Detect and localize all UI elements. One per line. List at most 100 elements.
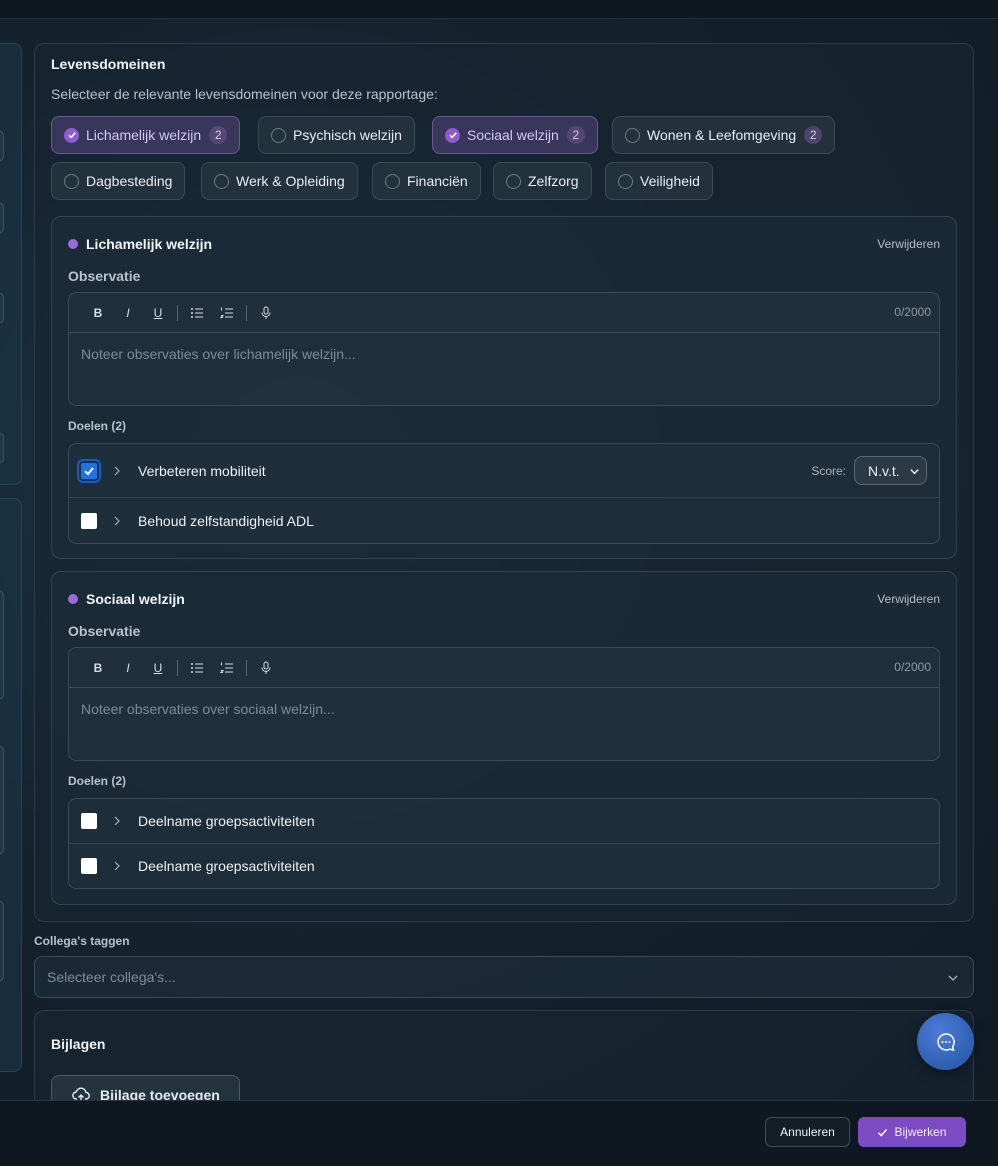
observation-label: Observatie: [68, 623, 141, 639]
italic-button[interactable]: I: [113, 656, 143, 680]
toolbar-divider: [177, 304, 178, 321]
chip-financien[interactable]: Financiën: [372, 162, 481, 200]
numbered-list-icon: [220, 662, 233, 673]
score-value: N.v.t.: [868, 462, 900, 479]
top-bar: [0, 0, 998, 19]
chip-lichamelijk-welzijn[interactable]: Lichamelijk welzijn 2: [51, 116, 241, 154]
left-panel-field[interactable]: [0, 292, 4, 324]
chevron-right-icon[interactable]: [111, 860, 123, 872]
chat-button[interactable]: [917, 1013, 974, 1070]
editor-toolbar: B I U 0/2000: [69, 293, 939, 333]
save-button[interactable]: Bijwerken: [858, 1117, 966, 1147]
bijlagen-section: Bijlagen Bijlage toevoegen: [34, 1010, 974, 1110]
goal-row[interactable]: Verbeteren mobiliteit Score: N.v.t.: [69, 444, 939, 498]
collega-placeholder: Selecteer collega's...: [47, 969, 176, 985]
chip-psychisch-welzijn[interactable]: Psychisch welzijn: [258, 116, 415, 154]
footer-bar: Annuleren Bijwerken: [0, 1100, 998, 1166]
toolbar-divider: [246, 659, 247, 676]
check-icon: [64, 127, 79, 143]
chip-count-badge: 2: [209, 126, 228, 144]
chevron-down-icon: [948, 975, 958, 981]
domain-card-sociaal-welzijn: Sociaal welzijn Verwijderen Observatie B…: [51, 571, 957, 905]
chevron-right-icon[interactable]: [111, 815, 123, 827]
radio-empty-icon: [64, 173, 79, 189]
goal-checkbox[interactable]: [81, 858, 97, 874]
goal-name: Verbeteren mobiliteit: [138, 462, 266, 479]
radio-empty-icon: [271, 127, 286, 143]
microphone-button[interactable]: [251, 301, 281, 325]
domain-card-lichamelijk-welzijn: Lichamelijk welzijn Verwijderen Observat…: [51, 216, 957, 559]
goal-checkbox[interactable]: [77, 458, 101, 483]
score-select[interactable]: N.v.t.: [854, 456, 927, 485]
chip-label: Lichamelijk welzijn: [86, 127, 202, 143]
observation-input[interactable]: Noteer observaties over sociaal welzijn.…: [81, 701, 335, 717]
chip-label: Veiligheid: [640, 173, 700, 189]
check-icon: [84, 466, 94, 475]
chip-wonen-leefomgeving[interactable]: Wonen & Leefomgeving 2: [612, 116, 836, 154]
chevron-right-icon[interactable]: [111, 465, 123, 477]
char-counter: 0/2000: [894, 660, 931, 674]
bullet-list-button[interactable]: [182, 301, 212, 325]
chip-label: Psychisch welzijn: [293, 127, 402, 143]
radio-empty-icon: [385, 173, 400, 189]
chip-dagbesteding[interactable]: Dagbesteding: [51, 162, 186, 200]
goal-row[interactable]: Deelname groepsactiviteiten: [69, 799, 939, 844]
collega-label: Collega's taggen: [34, 934, 130, 948]
goal-name: Deelname groepsactiviteiten: [138, 858, 315, 874]
card-title: Lichamelijk welzijn: [86, 236, 213, 252]
chip-label: Wonen & Leefomgeving: [647, 127, 797, 143]
domain-dot-icon: [68, 594, 78, 604]
observation-editor: B I U 0/2000 Noteer observaties over lic…: [68, 292, 940, 406]
left-panel-field[interactable]: [0, 745, 4, 855]
underline-button[interactable]: U: [143, 301, 173, 325]
left-panel-field[interactable]: [0, 590, 4, 700]
remove-button[interactable]: Verwijderen: [877, 592, 940, 606]
chip-label: Zelfzorg: [528, 173, 579, 189]
left-panel-field[interactable]: [0, 432, 4, 464]
chip-werk-opleiding[interactable]: Werk & Opleiding: [201, 162, 358, 200]
bold-button[interactable]: B: [83, 301, 113, 325]
chip-veiligheid[interactable]: Veiligheid: [605, 162, 713, 200]
check-icon: [878, 1128, 888, 1137]
goal-checkbox[interactable]: [81, 813, 97, 829]
chip-sociaal-welzijn[interactable]: Sociaal welzijn 2: [432, 116, 598, 154]
bullet-list-button[interactable]: [182, 656, 212, 680]
toolbar-divider: [246, 304, 247, 321]
left-panel-field[interactable]: [0, 900, 4, 982]
numbered-list-button[interactable]: [212, 301, 242, 325]
card-title: Sociaal welzijn: [86, 591, 185, 607]
radio-empty-icon: [214, 173, 229, 189]
score-label: Score:: [811, 463, 846, 478]
chevron-down-icon: [910, 469, 919, 475]
toolbar-divider: [177, 659, 178, 676]
editor-toolbar: B I U 0/2000: [69, 648, 939, 688]
underline-button[interactable]: U: [143, 656, 173, 680]
remove-button[interactable]: Verwijderen: [877, 237, 940, 251]
collega-select[interactable]: Selecteer collega's...: [34, 956, 974, 998]
chip-count-badge: 2: [804, 126, 823, 144]
goals-label: Doelen (2): [68, 774, 127, 788]
numbered-list-icon: [220, 307, 233, 318]
goal-name: Deelname groepsactiviteiten: [138, 813, 315, 829]
chat-icon: [936, 1032, 955, 1051]
microphone-icon: [261, 306, 271, 319]
chevron-right-icon[interactable]: [111, 515, 123, 527]
microphone-button[interactable]: [251, 656, 281, 680]
chip-label: Werk & Opleiding: [236, 173, 345, 189]
cancel-button[interactable]: Annuleren: [765, 1117, 850, 1147]
radio-empty-icon: [625, 127, 640, 143]
left-panel-field[interactable]: [0, 202, 4, 234]
italic-button[interactable]: I: [113, 301, 143, 325]
goal-checkbox[interactable]: [81, 512, 97, 529]
bold-button[interactable]: B: [83, 656, 113, 680]
goal-row[interactable]: Deelname groepsactiviteiten: [69, 844, 939, 888]
left-side-panel: [0, 43, 22, 485]
observation-input[interactable]: Noteer observaties over lichamelijk welz…: [81, 346, 356, 362]
numbered-list-button[interactable]: [212, 656, 242, 680]
microphone-icon: [261, 661, 271, 674]
goal-row[interactable]: Behoud zelfstandigheid ADL: [69, 498, 939, 543]
chip-zelfzorg[interactable]: Zelfzorg: [493, 162, 592, 200]
left-panel-field[interactable]: [0, 130, 4, 162]
goals-list: Verbeteren mobiliteit Score: N.v.t. Beho…: [68, 443, 940, 544]
chip-label: Financiën: [407, 173, 468, 189]
